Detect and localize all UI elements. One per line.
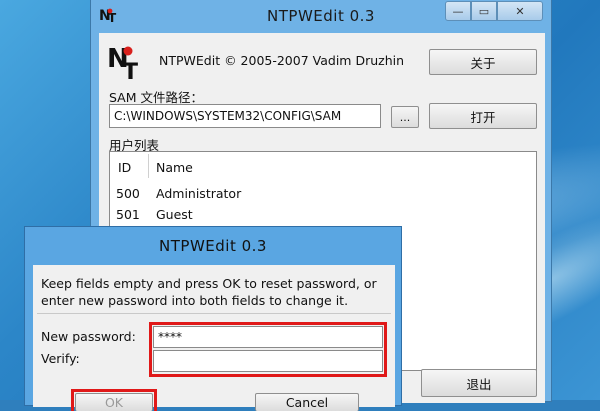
user-id: 500 xyxy=(116,186,140,201)
maximize-button[interactable]: ▭ xyxy=(471,1,497,21)
svg-text:T: T xyxy=(123,60,138,81)
exit-button[interactable]: 退出 xyxy=(421,369,537,397)
ntpwedit-logo-icon: N T xyxy=(107,44,138,81)
user-row[interactable]: 500 Administrator xyxy=(110,184,536,204)
new-password-label: New password: xyxy=(41,329,136,344)
sam-path-input[interactable] xyxy=(109,104,381,128)
verify-label: Verify: xyxy=(41,351,80,366)
dialog-divider xyxy=(37,313,391,314)
cancel-button[interactable]: Cancel xyxy=(255,393,359,411)
maximize-icon: ▭ xyxy=(478,4,490,18)
dialog-client: Keep fields empty and press OK to reset … xyxy=(33,265,395,411)
column-separator xyxy=(148,154,149,178)
minimize-button[interactable]: — xyxy=(445,1,471,21)
ok-button[interactable]: OK xyxy=(75,393,153,411)
column-header-name[interactable]: Name xyxy=(156,160,193,175)
dialog-instructions: Keep fields empty and press OK to reset … xyxy=(41,276,377,308)
user-name: Guest xyxy=(156,207,193,222)
verify-password-input[interactable] xyxy=(153,350,383,372)
minimize-icon: — xyxy=(452,4,464,18)
close-icon: ✕ xyxy=(515,4,525,18)
user-id: 501 xyxy=(116,207,140,222)
column-header-id[interactable]: ID xyxy=(118,160,131,175)
user-name: Administrator xyxy=(156,186,242,201)
copyright-text: NTPWEdit © 2005-2007 Vadim Druzhin xyxy=(159,53,405,68)
about-button[interactable]: 关于 xyxy=(429,49,537,75)
user-list-header: ID Name xyxy=(110,152,536,182)
dialog-title[interactable]: NTPWEdit 0.3 xyxy=(25,237,401,255)
new-password-input[interactable] xyxy=(153,326,383,348)
password-dialog: NTPWEdit 0.3 Keep fields empty and press… xyxy=(24,226,402,411)
open-button[interactable]: 打开 xyxy=(429,103,537,129)
main-titlebar[interactable]: N T NTPWEdit 0.3 — ▭ ✕ xyxy=(91,0,551,33)
close-button[interactable]: ✕ xyxy=(497,1,543,21)
user-row[interactable]: 501 Guest xyxy=(110,205,536,225)
browse-button[interactable]: ... xyxy=(391,106,419,128)
